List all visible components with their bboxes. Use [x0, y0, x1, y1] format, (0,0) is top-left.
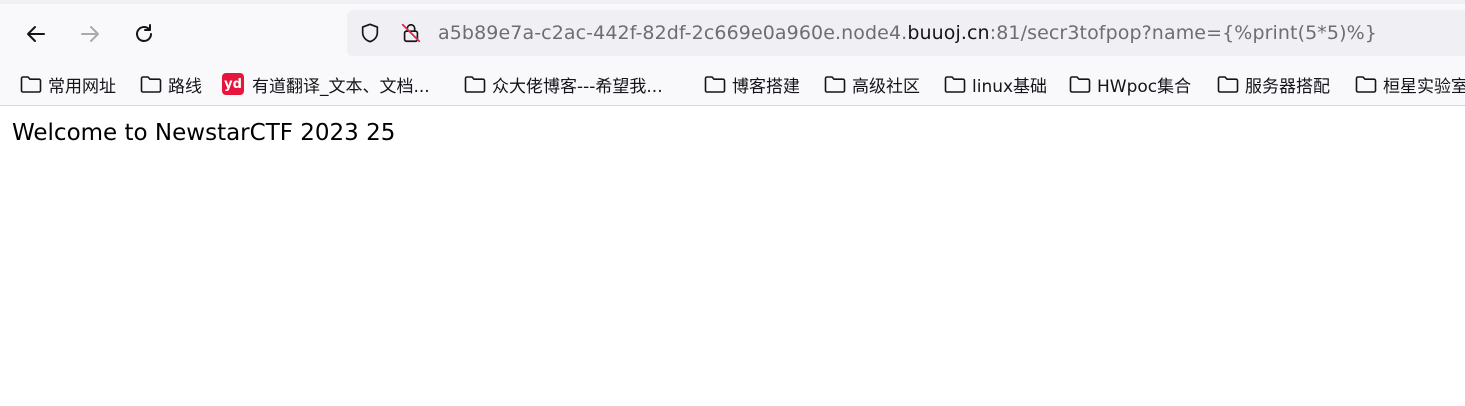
- browser-toolbar: a5b89e7a-c2ac-442f-82df-2c669e0a960e.nod…: [0, 0, 1465, 106]
- bookmark-label: 有道翻译_文本、文档...: [252, 76, 430, 97]
- url-text[interactable]: a5b89e7a-c2ac-442f-82df-2c669e0a960e.nod…: [438, 22, 1377, 44]
- folder-icon: [1069, 76, 1091, 93]
- folder-icon: [824, 76, 846, 93]
- bookmark-item[interactable]: linux基础: [944, 68, 1047, 100]
- youdao-icon: yd: [222, 73, 244, 95]
- folder-icon: [140, 76, 162, 93]
- bookmark-item[interactable]: 服务器搭配: [1217, 68, 1330, 100]
- folder-icon: [464, 76, 486, 93]
- bookmark-item[interactable]: HWpoc集合: [1069, 68, 1191, 100]
- address-bar[interactable]: a5b89e7a-c2ac-442f-82df-2c669e0a960e.nod…: [347, 10, 1465, 56]
- bookmark-label: 桓星实验室: [1383, 76, 1465, 97]
- insecure-lock-icon[interactable]: [399, 21, 423, 45]
- bookmark-item[interactable]: 众大佬博客---希望我...: [464, 68, 663, 100]
- bookmark-label: 常用网址: [48, 76, 116, 97]
- bookmark-label: 博客搭建: [732, 76, 800, 97]
- page-body-text: Welcome to NewstarCTF 2023 25: [12, 120, 396, 146]
- bookmark-item[interactable]: 高级社区: [824, 68, 920, 100]
- bookmark-label: 高级社区: [852, 76, 920, 97]
- bookmark-item[interactable]: yd 有道翻译_文本、文档...: [222, 68, 430, 100]
- bookmark-label: 众大佬博客---希望我...: [492, 76, 663, 97]
- folder-icon: [704, 76, 726, 93]
- tracking-protection-shield-icon[interactable]: [358, 21, 382, 45]
- folder-icon: [20, 76, 42, 93]
- tab-strip-edge: [0, 0, 1465, 4]
- arrow-right-icon: [81, 26, 99, 42]
- arrow-left-icon: [27, 26, 45, 42]
- bookmark-label: 路线: [168, 76, 202, 97]
- back-button[interactable]: [20, 18, 52, 50]
- forward-button[interactable]: [74, 18, 106, 50]
- reload-button[interactable]: [128, 18, 160, 50]
- bookmark-item[interactable]: 博客搭建: [704, 68, 800, 100]
- url-domain: buuoj.cn: [907, 22, 990, 44]
- folder-icon: [944, 76, 966, 93]
- folder-icon: [1217, 76, 1239, 93]
- bookmark-label: linux基础: [972, 76, 1048, 97]
- bookmark-label: 服务器搭配: [1245, 76, 1330, 97]
- folder-icon: [1355, 76, 1377, 93]
- bookmark-item[interactable]: 常用网址: [20, 68, 116, 100]
- reload-icon: [136, 24, 152, 42]
- url-suffix: :81/secr3tofpop?name={%print(5*5)%}: [989, 22, 1377, 44]
- bookmark-item[interactable]: 路线: [140, 68, 202, 100]
- bookmark-label: HWpoc集合: [1097, 76, 1192, 97]
- url-prefix: a5b89e7a-c2ac-442f-82df-2c669e0a960e.nod…: [438, 22, 908, 44]
- bookmarks-toolbar: 常用网址 路线 yd 有道翻译_文本、文档... 众大佬博客---希望我... …: [0, 68, 1465, 100]
- bookmark-item[interactable]: 桓星实验室: [1355, 68, 1465, 100]
